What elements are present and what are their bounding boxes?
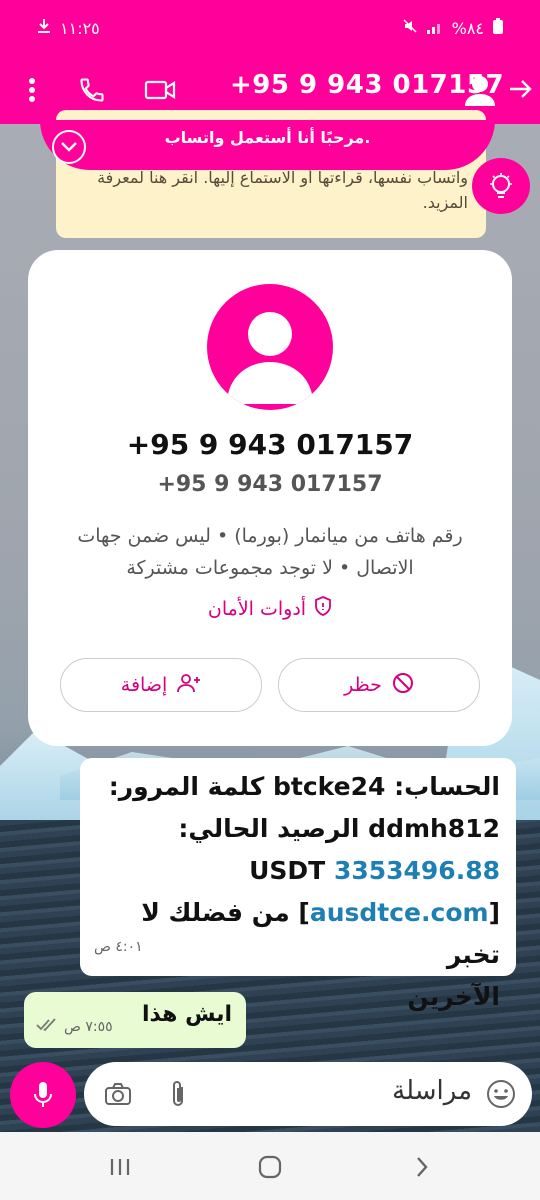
message-timestamp: ٧:٥٥ ص [64, 1019, 113, 1035]
video-call-icon[interactable] [142, 72, 178, 108]
message-placeholder: مراسلة [392, 1076, 472, 1106]
attachment-icon[interactable] [162, 1078, 194, 1110]
download-icon [36, 18, 52, 38]
camera-icon[interactable] [102, 1078, 134, 1110]
signal-icon [426, 19, 444, 38]
status-right: %٨٤ [402, 17, 504, 39]
battery-percent: %٨٤ [451, 18, 484, 38]
double-check-icon [36, 1018, 58, 1036]
message-line: [ausdtce.com] من فضلك لا تخبر [141, 898, 500, 969]
header-notch: مرحبًا أنا أستعمل واتساب. [40, 120, 495, 170]
block-button[interactable]: حظر [278, 658, 480, 712]
more-options-icon[interactable] [20, 74, 44, 106]
amount-value: 3353496.88 [333, 856, 500, 885]
voice-call-icon[interactable] [74, 72, 110, 108]
message-timestamp: ٤:٠١ ص [94, 939, 143, 955]
block-icon [392, 672, 414, 699]
status-time: ١١:٢٥ [60, 18, 100, 38]
add-contact-label: إضافة [120, 674, 168, 696]
shield-icon [314, 596, 332, 621]
back-arrow-icon[interactable] [506, 74, 536, 104]
contact-avatar-icon[interactable] [460, 70, 500, 110]
safety-tools-label: أدوات الأمان [207, 597, 307, 620]
contact-description: رقم هاتف من ميانمار (بورما) • ليس ضمن جه… [77, 525, 463, 579]
emoji-icon[interactable] [484, 1077, 518, 1111]
add-person-icon [177, 673, 201, 698]
system-nav-bar [0, 1132, 540, 1200]
message-meta: ٧:٥٥ ص [36, 1018, 113, 1036]
message-text: ايش هذا [141, 1002, 232, 1027]
safety-tools-link[interactable]: أدوات الأمان [28, 596, 512, 621]
voice-record-button[interactable] [10, 1062, 76, 1128]
outgoing-message[interactable]: ايش هذا ٧:٥٥ ص [24, 992, 246, 1048]
home-icon[interactable] [250, 1152, 290, 1182]
back-icon[interactable] [402, 1152, 442, 1182]
contact-name: +95 9 943 017157 [126, 428, 414, 461]
status-left: ١١:٢٥ [36, 18, 100, 38]
contact-info-card: +95 9 943 017157 +95 9 943 017157 رقم ها… [28, 250, 512, 746]
mute-icon [402, 18, 418, 38]
message-input[interactable]: مراسلة [84, 1062, 532, 1126]
add-contact-button[interactable]: إضافة [60, 658, 262, 712]
chevron-down-icon[interactable] [52, 130, 86, 164]
recent-apps-icon[interactable] [100, 1152, 140, 1182]
lightbulb-icon[interactable] [472, 158, 530, 214]
message-line: ddmh812 الرصيد الحالي: [178, 814, 500, 843]
battery-icon [492, 17, 504, 39]
incoming-message[interactable]: الحساب: btcke24 كلمة المرور: ddmh812 الر… [80, 758, 516, 1011]
message-line: USDT 3353496.88 [96, 850, 500, 892]
contact-avatar [207, 284, 333, 410]
contact-about: مرحبًا أنا أستعمل واتساب. [164, 128, 371, 147]
status-bar: ١١:٢٥ %٨٤ [0, 0, 540, 56]
block-label: حظر [344, 674, 382, 696]
person-icon [227, 312, 313, 404]
currency-label: USDT [249, 856, 326, 885]
message-link[interactable]: ausdtce.com [310, 898, 489, 927]
contact-phone: +95 9 943 017157 [157, 472, 383, 497]
microphone-icon [34, 1082, 52, 1107]
message-line: الحساب: btcke24 كلمة المرور: [108, 772, 500, 801]
